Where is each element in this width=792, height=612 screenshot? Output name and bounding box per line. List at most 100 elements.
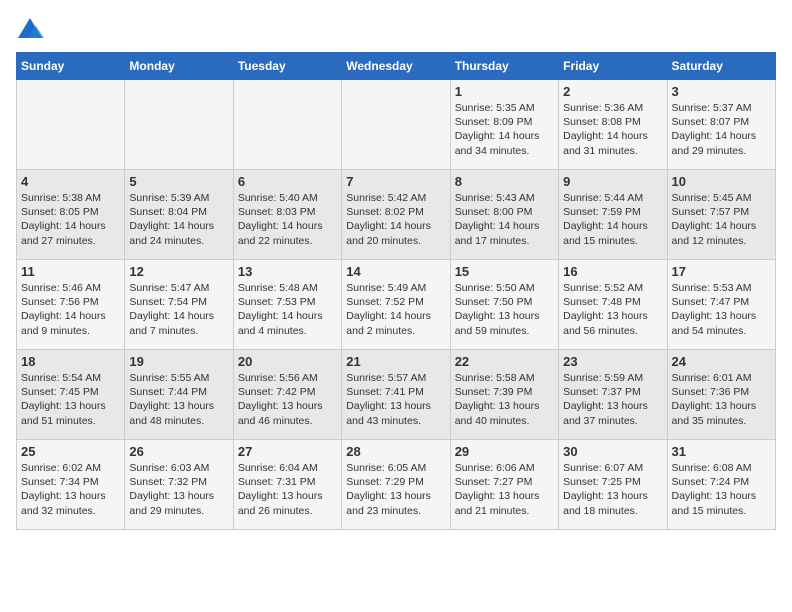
calendar-cell: 26 Sunrise: 6:03 AMSunset: 7:32 PMDayligh… [125,440,233,530]
calendar-cell: 20 Sunrise: 5:56 AMSunset: 7:42 PMDayligh… [233,350,341,440]
calendar-cell: 13Sunrise: 5:48 AMSunset: 7:53 PMDayligh… [233,260,341,350]
calendar-cell [125,80,233,170]
day-number: 18 [21,354,120,369]
day-number: 17 [672,264,771,279]
calendar-cell: 23Sunrise: 5:59 AMSunset: 7:37 PMDayligh… [559,350,667,440]
day-info: Sunrise: 6:07 AMSunset: 7:25 PMDaylight:… [563,461,662,518]
day-number: 27 [238,444,337,459]
header-monday: Monday [125,53,233,80]
calendar-cell: 28Sunrise: 6:05 AMSunset: 7:29 PMDayligh… [342,440,450,530]
header-wednesday: Wednesday [342,53,450,80]
day-info: Sunrise: 5:40 AMSunset: 8:03 PMDaylight:… [238,191,337,248]
day-number: 15 [455,264,554,279]
day-info: Sunrise: 5:43 AMSunset: 8:00 PMDaylight:… [455,191,554,248]
day-number: 26 [129,444,228,459]
calendar-cell: 7 Sunrise: 5:42 AMSunset: 8:02 PMDaylight… [342,170,450,260]
calendar-cell: 6 Sunrise: 5:40 AMSunset: 8:03 PMDaylight… [233,170,341,260]
day-number: 31 [672,444,771,459]
day-info: Sunrise: 6:03 AMSunset: 7:32 PMDaylight:… [129,461,228,518]
calendar-cell: 9Sunrise: 5:44 AMSunset: 7:59 PMDaylight… [559,170,667,260]
week-row-4: 18 Sunrise: 5:54 AMSunset: 7:45 PMDayligh… [17,350,776,440]
calendar-cell: 4Sunrise: 5:38 AMSunset: 8:05 PMDaylight… [17,170,125,260]
week-row-5: 25 Sunrise: 6:02 AMSunset: 7:34 PMDayligh… [17,440,776,530]
day-number: 19 [129,354,228,369]
day-info: Sunrise: 5:55 AMSunset: 7:44 PMDaylight:… [129,371,228,428]
calendar-cell: 12 Sunrise: 5:47 AMSunset: 7:54 PMDayligh… [125,260,233,350]
calendar-cell [17,80,125,170]
calendar-cell [233,80,341,170]
day-number: 24 [672,354,771,369]
day-number: 6 [238,174,337,189]
day-number: 13 [238,264,337,279]
day-info: Sunrise: 5:57 AMSunset: 7:41 PMDaylight:… [346,371,445,428]
day-number: 4 [21,174,120,189]
calendar-table: SundayMondayTuesdayWednesdayThursdayFrid… [16,52,776,530]
day-number: 5 [129,174,228,189]
day-info: Sunrise: 5:58 AMSunset: 7:39 PMDaylight:… [455,371,554,428]
calendar-cell: 24 Sunrise: 6:01 AMSunset: 7:36 PMDayligh… [667,350,775,440]
calendar-cell: 30 Sunrise: 6:07 AMSunset: 7:25 PMDayligh… [559,440,667,530]
day-info: Sunrise: 5:44 AMSunset: 7:59 PMDaylight:… [563,191,662,248]
day-info: Sunrise: 6:01 AMSunset: 7:36 PMDaylight:… [672,371,771,428]
calendar-cell: 2 Sunrise: 5:36 AMSunset: 8:08 PMDaylight… [559,80,667,170]
day-info: Sunrise: 5:36 AMSunset: 8:08 PMDaylight:… [563,101,662,158]
day-info: Sunrise: 5:53 AMSunset: 7:47 PMDaylight:… [672,281,771,338]
day-number: 21 [346,354,445,369]
day-info: Sunrise: 5:46 AMSunset: 7:56 PMDaylight:… [21,281,120,338]
calendar-cell: 5Sunrise: 5:39 AMSunset: 8:04 PMDaylight… [125,170,233,260]
day-number: 16 [563,264,662,279]
day-info: Sunrise: 5:47 AMSunset: 7:54 PMDaylight:… [129,281,228,338]
day-number: 20 [238,354,337,369]
day-number: 3 [672,84,771,99]
calendar-cell: 19 Sunrise: 5:55 AMSunset: 7:44 PMDayligh… [125,350,233,440]
day-info: Sunrise: 5:50 AMSunset: 7:50 PMDaylight:… [455,281,554,338]
week-row-3: 11 Sunrise: 5:46 AMSunset: 7:56 PMDayligh… [17,260,776,350]
calendar-cell: 16 Sunrise: 5:52 AMSunset: 7:48 PMDayligh… [559,260,667,350]
day-info: Sunrise: 5:52 AMSunset: 7:48 PMDaylight:… [563,281,662,338]
day-number: 2 [563,84,662,99]
day-number: 23 [563,354,662,369]
day-number: 25 [21,444,120,459]
calendar-cell: 29 Sunrise: 6:06 AMSunset: 7:27 PMDayligh… [450,440,558,530]
day-info: Sunrise: 5:37 AMSunset: 8:07 PMDaylight:… [672,101,771,158]
day-info: Sunrise: 6:06 AMSunset: 7:27 PMDaylight:… [455,461,554,518]
calendar-cell: 21 Sunrise: 5:57 AMSunset: 7:41 PMDayligh… [342,350,450,440]
day-info: Sunrise: 5:54 AMSunset: 7:45 PMDaylight:… [21,371,120,428]
day-number: 30 [563,444,662,459]
day-info: Sunrise: 6:02 AMSunset: 7:34 PMDaylight:… [21,461,120,518]
calendar-cell: 14Sunrise: 5:49 AMSunset: 7:52 PMDayligh… [342,260,450,350]
day-info: Sunrise: 5:56 AMSunset: 7:42 PMDaylight:… [238,371,337,428]
day-number: 11 [21,264,120,279]
week-row-2: 4Sunrise: 5:38 AMSunset: 8:05 PMDaylight… [17,170,776,260]
day-info: Sunrise: 5:45 AMSunset: 7:57 PMDaylight:… [672,191,771,248]
calendar-cell: 31 Sunrise: 6:08 AMSunset: 7:24 PMDayligh… [667,440,775,530]
day-number: 28 [346,444,445,459]
header-thursday: Thursday [450,53,558,80]
calendar-cell: 25 Sunrise: 6:02 AMSunset: 7:34 PMDayligh… [17,440,125,530]
calendar-cell: 1 Sunrise: 5:35 AMSunset: 8:09 PMDaylight… [450,80,558,170]
calendar-cell: 11 Sunrise: 5:46 AMSunset: 7:56 PMDayligh… [17,260,125,350]
day-info: Sunrise: 6:04 AMSunset: 7:31 PMDaylight:… [238,461,337,518]
calendar-header-row: SundayMondayTuesdayWednesdayThursdayFrid… [17,53,776,80]
header-sunday: Sunday [17,53,125,80]
day-info: Sunrise: 5:42 AMSunset: 8:02 PMDaylight:… [346,191,445,248]
day-info: Sunrise: 5:49 AMSunset: 7:52 PMDaylight:… [346,281,445,338]
calendar-cell: 27 Sunrise: 6:04 AMSunset: 7:31 PMDayligh… [233,440,341,530]
calendar-cell: 3 Sunrise: 5:37 AMSunset: 8:07 PMDaylight… [667,80,775,170]
day-number: 12 [129,264,228,279]
header-friday: Friday [559,53,667,80]
week-row-1: 1 Sunrise: 5:35 AMSunset: 8:09 PMDaylight… [17,80,776,170]
calendar-cell: 17 Sunrise: 5:53 AMSunset: 7:47 PMDayligh… [667,260,775,350]
page-header [16,16,776,44]
logo-icon [16,16,44,44]
day-number: 1 [455,84,554,99]
day-info: Sunrise: 6:08 AMSunset: 7:24 PMDaylight:… [672,461,771,518]
day-number: 10 [672,174,771,189]
day-number: 29 [455,444,554,459]
day-number: 22 [455,354,554,369]
day-number: 8 [455,174,554,189]
calendar-cell: 22 Sunrise: 5:58 AMSunset: 7:39 PMDayligh… [450,350,558,440]
calendar-cell: 18 Sunrise: 5:54 AMSunset: 7:45 PMDayligh… [17,350,125,440]
day-info: Sunrise: 5:35 AMSunset: 8:09 PMDaylight:… [455,101,554,158]
day-number: 7 [346,174,445,189]
